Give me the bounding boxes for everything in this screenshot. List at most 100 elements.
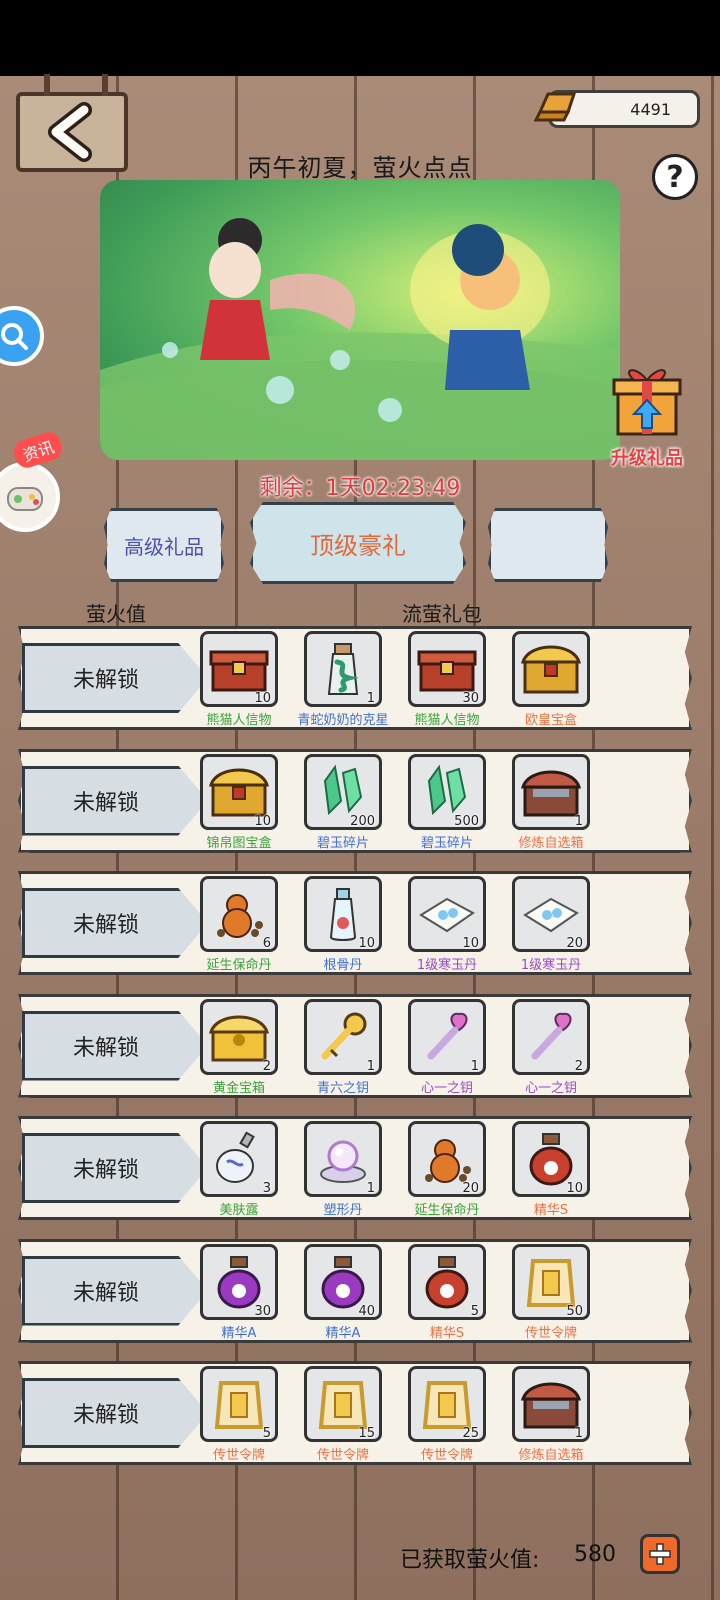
unlock-status-sign[interactable]: 未解锁	[22, 1255, 208, 1326]
reward-item[interactable]: 10 根骨丹	[298, 874, 388, 978]
reward-item[interactable]: 2 心一之钥	[506, 997, 596, 1101]
unlock-status-sign[interactable]: 未解锁	[22, 1378, 208, 1448]
key-heart-icon	[427, 1012, 468, 1059]
item-quantity: 30	[254, 1303, 271, 1319]
search-icon	[1, 323, 28, 350]
gift-box-icon[interactable]	[604, 364, 688, 440]
reward-item-slot: 1	[408, 998, 486, 1075]
reward-item-slot: 50	[512, 1243, 590, 1320]
upgrade-gift-label[interactable]: 升级礼品	[592, 444, 702, 470]
item-name: 精华A	[325, 1325, 361, 1341]
reward-item-slot: 1	[512, 753, 590, 830]
item-name: 根骨丹	[323, 958, 363, 973]
banner-art	[100, 218, 620, 460]
reward-item[interactable]: 1 青蛇奶奶的克星	[297, 629, 389, 733]
item-name: 碧玉碎片	[420, 835, 473, 851]
tab-advanced-gift[interactable]: 高级礼品	[104, 508, 224, 582]
reward-row: 未解锁 3 美肤露 1 塑形丹 20 延生保命丹 10 精华S	[22, 1116, 680, 1223]
item-name: 青六之钥	[316, 1080, 369, 1096]
perfume-icon	[216, 1131, 255, 1183]
unlock-status-sign[interactable]: 未解锁	[22, 1133, 208, 1203]
reward-item[interactable]: 40 精华A	[298, 1242, 388, 1346]
reward-item[interactable]: 10 锦帛图宝盒	[194, 752, 284, 856]
item-name: 精华S	[533, 1203, 569, 1218]
item-quantity: 10	[566, 1181, 583, 1196]
reward-item[interactable]: 50 传世令牌	[506, 1242, 596, 1346]
item-quantity: 1	[366, 1058, 375, 1074]
reward-item[interactable]: 1 青六之钥	[298, 997, 388, 1101]
unlock-status-sign[interactable]: 未解锁	[22, 888, 208, 958]
item-name: 传世令牌	[420, 1448, 473, 1463]
item-quantity: 5	[470, 1303, 479, 1319]
item-name: 1级寒玉丹	[520, 958, 582, 973]
reward-row: 未解锁 10 熊猫人信物 1 青蛇奶奶的克星 30 熊猫人信物 欧皇宝盒	[22, 626, 680, 733]
tab-top-gift[interactable]: 顶级豪礼	[250, 502, 466, 584]
item-quantity: 25	[462, 1426, 479, 1441]
reward-item[interactable]: 1 塑形丹	[298, 1119, 388, 1223]
item-quantity: 20	[462, 1181, 479, 1196]
reward-row: 未解锁 30 精华A 40 精华A 5 精华S 50 传世令牌	[22, 1238, 680, 1346]
item-name: 熊猫人信物	[414, 713, 480, 728]
item-name: 修炼自选箱	[518, 1448, 584, 1463]
item-quantity: 2	[574, 1058, 583, 1074]
gourd-pill-icon	[217, 894, 263, 938]
reward-item[interactable]: 30 熊猫人信物	[402, 629, 492, 733]
reward-item[interactable]: 500 碧玉碎片	[402, 752, 492, 856]
reward-row: 未解锁 2 黄金宝箱 1 青六之钥 1 心一之钥 2 心一之钥	[22, 993, 680, 1101]
token-icon	[214, 1381, 264, 1429]
item-quantity: 500	[454, 813, 479, 829]
reward-item-slot: 25	[408, 1366, 486, 1442]
item-quantity: 15	[358, 1426, 375, 1441]
reward-item-slot: 1	[304, 1121, 382, 1197]
reward-item[interactable]: 1 心一之钥	[402, 997, 492, 1101]
reward-item[interactable]: 3 美肤露	[194, 1119, 284, 1223]
unlock-status-sign[interactable]: 未解锁	[22, 765, 208, 836]
event-banner-illustration	[100, 180, 620, 460]
reward-item-slot: 30	[408, 631, 486, 707]
reward-item[interactable]: 10 精华S	[506, 1119, 596, 1223]
rope	[44, 74, 50, 96]
item-name: 精华S	[429, 1325, 465, 1341]
tab-next[interactable]	[488, 508, 608, 582]
reward-item[interactable]: 20 1级寒玉丹	[506, 874, 596, 978]
reward-item[interactable]: 1 修炼自选箱	[506, 752, 596, 856]
reward-item-slot: 10	[512, 1121, 590, 1197]
reward-item-slot: 2	[512, 998, 590, 1075]
reward-item[interactable]: 1 修炼自选箱	[506, 1364, 596, 1468]
reward-item-slot: 20	[408, 1121, 486, 1197]
reward-item-slot: 10	[408, 876, 486, 952]
reward-item-slot: 1	[512, 1366, 590, 1442]
item-name: 传世令牌	[212, 1448, 265, 1463]
rope	[102, 74, 108, 96]
reward-item[interactable]: 20 延生保命丹	[402, 1119, 492, 1223]
reward-item[interactable]: 30 精华A	[194, 1242, 284, 1346]
reward-item[interactable]: 欧皇宝盒	[506, 629, 596, 733]
reward-item[interactable]: 10 熊猫人信物	[194, 629, 284, 733]
reward-item[interactable]: 6 延生保命丹	[194, 874, 284, 978]
item-quantity: 6	[262, 936, 271, 951]
firefly-total-label: 已获取萤火值:	[400, 1548, 540, 1573]
reward-item[interactable]: 10 1级寒玉丹	[402, 874, 492, 978]
bottle-snake-icon	[327, 643, 359, 695]
reward-item[interactable]: 25 传世令牌	[402, 1364, 492, 1468]
item-quantity: 10	[254, 691, 271, 706]
plus-icon	[649, 1543, 671, 1565]
item-name: 美肤露	[219, 1203, 259, 1218]
reward-item-slot: 5	[408, 1243, 486, 1320]
reward-item[interactable]: 15 传世令牌	[298, 1364, 388, 1468]
reward-item-slot: 15	[304, 1366, 382, 1442]
unlock-status-sign[interactable]: 未解锁	[22, 643, 208, 713]
reward-item[interactable]: 5 精华S	[402, 1242, 492, 1346]
unlock-status-sign[interactable]: 未解锁	[22, 1010, 208, 1081]
reward-item-slot: 10	[304, 876, 382, 952]
reward-item-slot: 6	[200, 876, 278, 952]
item-name: 青蛇奶奶的克星	[297, 713, 389, 728]
reward-item[interactable]: 200 碧玉碎片	[298, 752, 388, 856]
add-firefly-button[interactable]	[640, 1534, 680, 1574]
item-quantity: 10	[462, 936, 479, 951]
reward-item[interactable]: 2 黄金宝箱	[194, 997, 284, 1101]
chest-choice-icon	[520, 770, 582, 816]
reward-item-slot: 3	[200, 1121, 278, 1197]
reward-item[interactable]: 5 传世令牌	[194, 1364, 284, 1468]
item-name: 延生保命丹	[414, 1203, 480, 1218]
